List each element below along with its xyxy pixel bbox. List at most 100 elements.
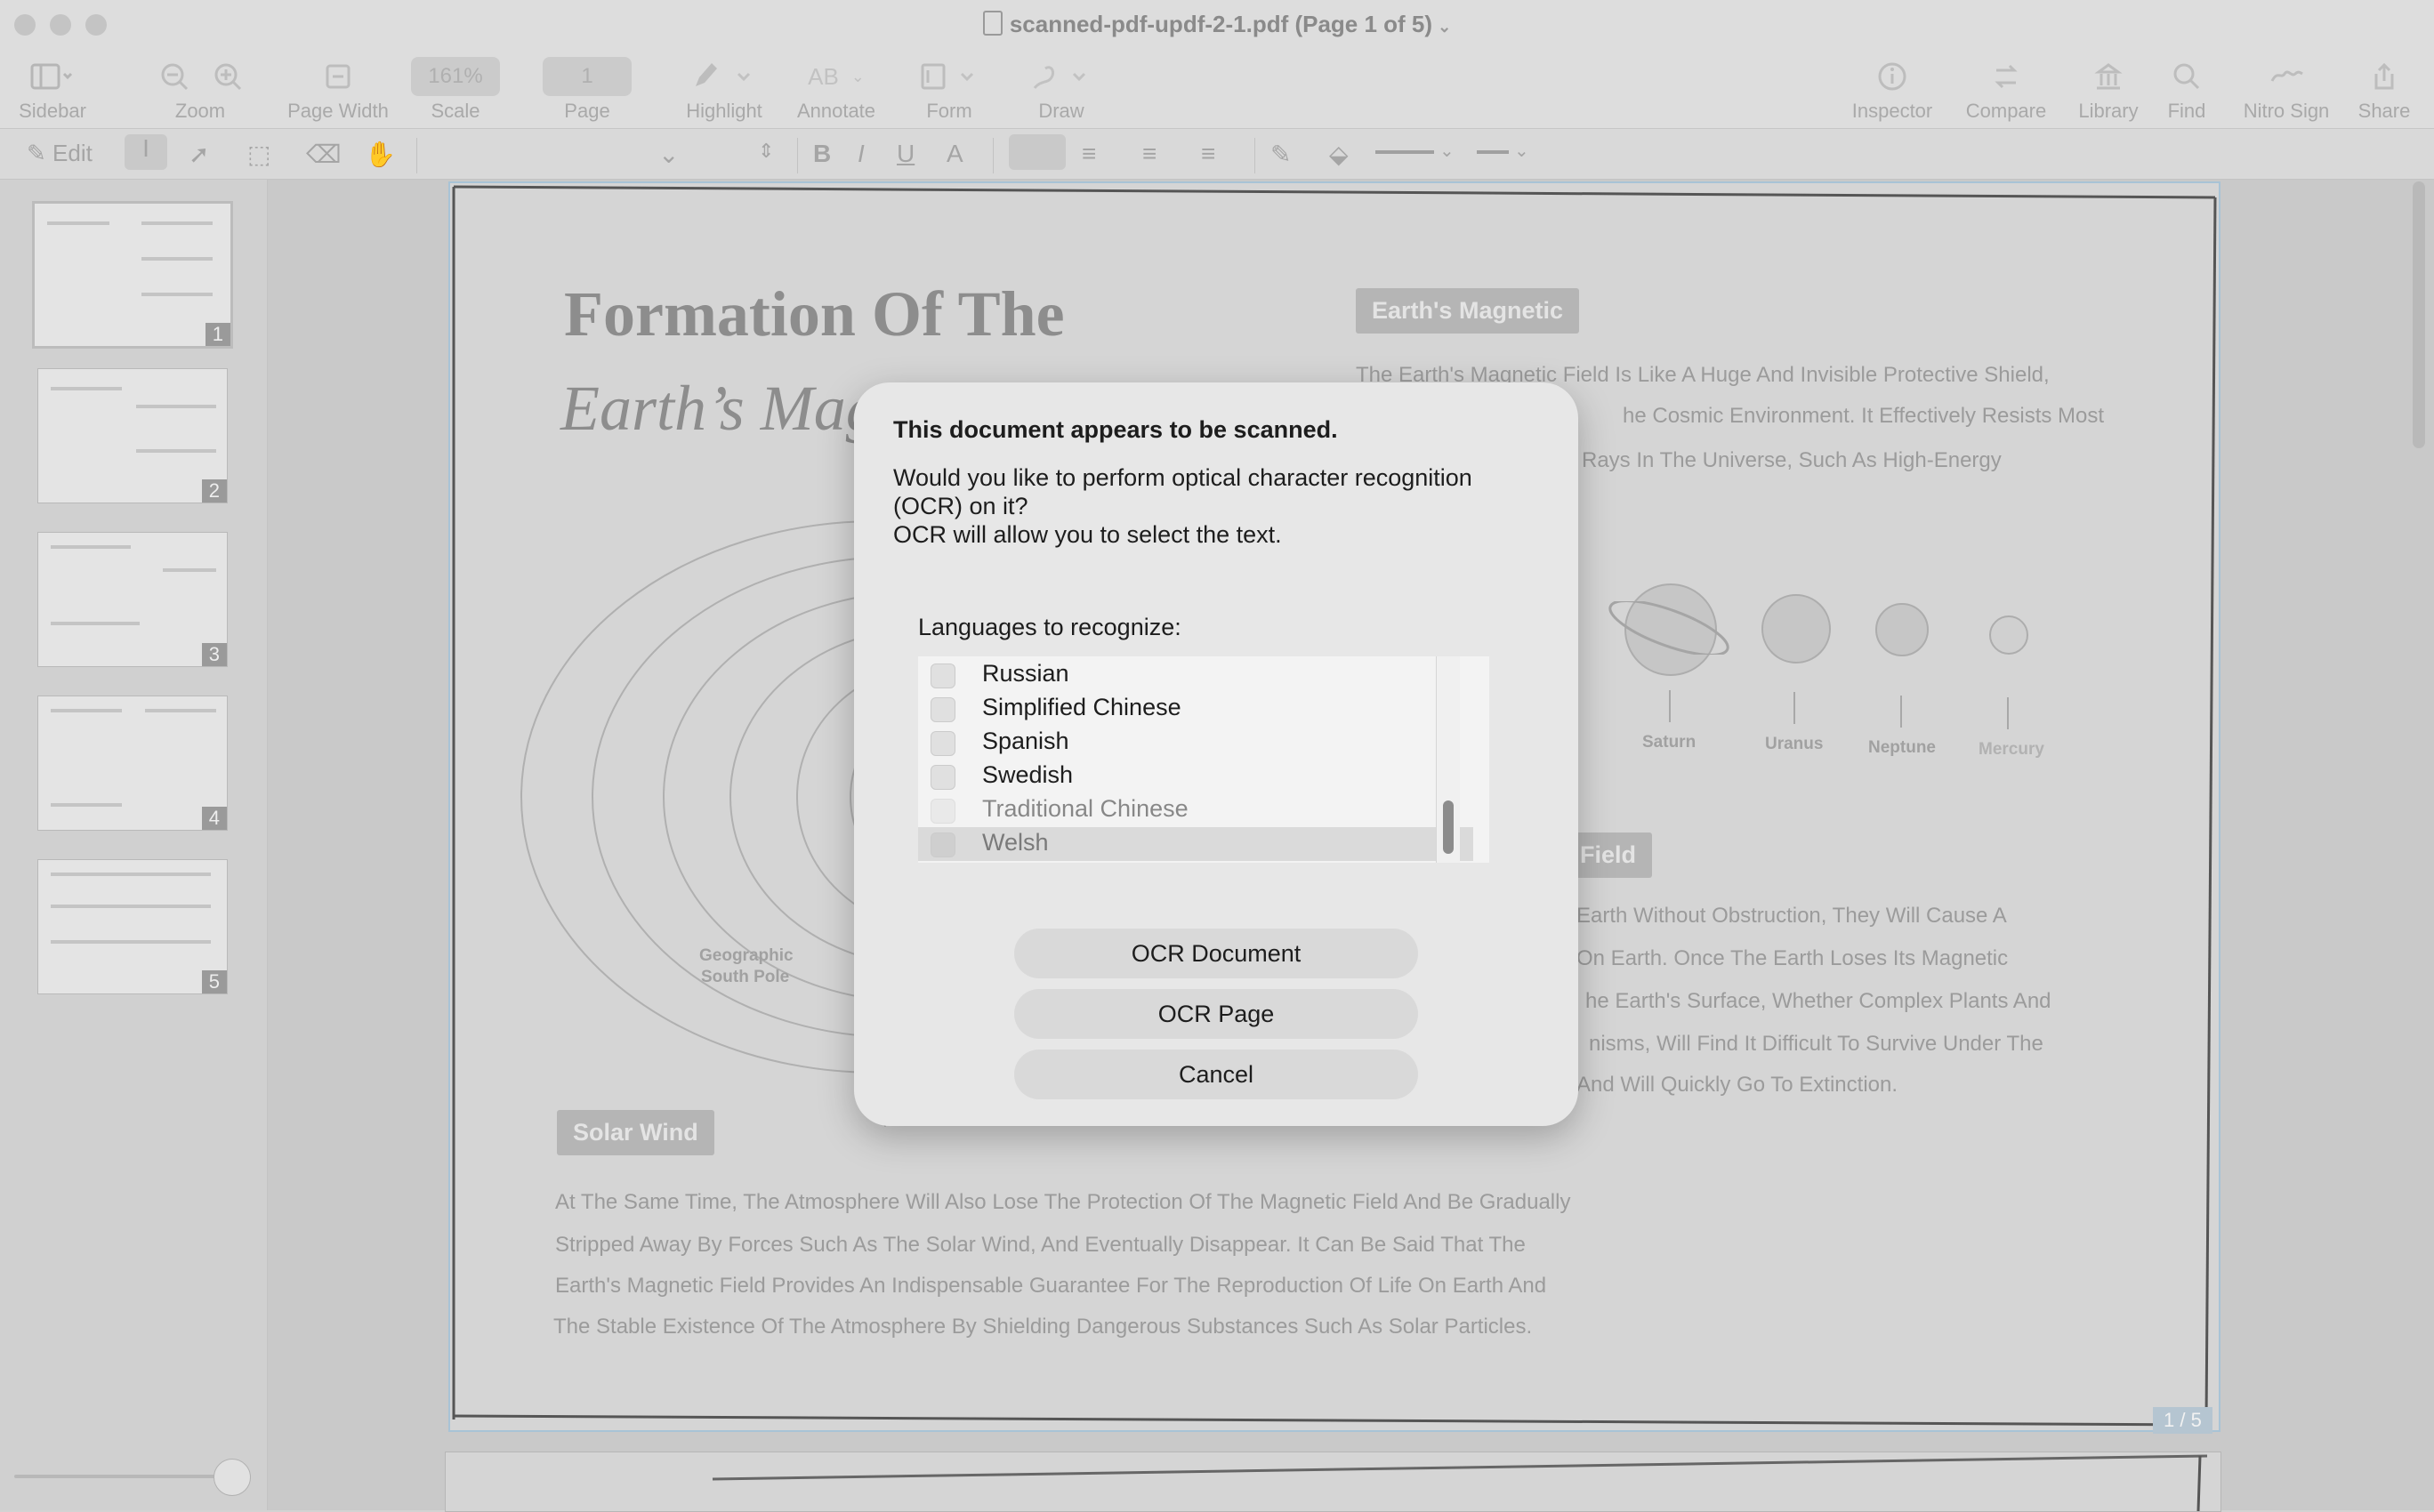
divider: [797, 138, 798, 173]
marquee-tool[interactable]: ⬚: [247, 140, 270, 169]
inspector-button[interactable]: Inspector: [1843, 57, 1941, 123]
pointer-tool[interactable]: ➚: [189, 140, 209, 169]
paragraph-line: Earth Without Obstruction, They Will Cau…: [1576, 904, 2007, 928]
pdf-page-2[interactable]: [445, 1452, 2221, 1512]
document-icon: [982, 11, 1003, 36]
planet-label: Mercury: [1979, 740, 2044, 759]
thumbnail-size-slider[interactable]: [14, 1475, 233, 1478]
page-number-field[interactable]: 1: [543, 57, 632, 96]
eraser-tool[interactable]: ⌫: [306, 140, 342, 169]
paragraph-line: Rays In The Universe, Such As High-Energ…: [1582, 448, 2002, 472]
italic-button[interactable]: I: [858, 140, 865, 168]
language-row-simplified-chinese[interactable]: Simplified Chinese: [918, 692, 1473, 726]
draw-icon: [1020, 57, 1103, 96]
align-left-button[interactable]: [1009, 134, 1066, 170]
cancel-button[interactable]: Cancel: [1014, 1050, 1418, 1099]
annotate-button[interactable]: AB ⌄ Annotate: [788, 57, 884, 123]
language-checkbox[interactable]: [931, 664, 955, 688]
planet-label: Uranus: [1765, 735, 1824, 753]
ocr-page-button[interactable]: OCR Page: [1014, 989, 1418, 1039]
draw-button[interactable]: Draw: [1020, 57, 1103, 123]
scale-field[interactable]: 161%: [411, 57, 500, 96]
text-cursor-tool[interactable]: I: [125, 134, 167, 170]
underline-button[interactable]: U: [897, 140, 915, 168]
dialog-message: (OCR) on it?: [893, 493, 1028, 519]
language-checkbox[interactable]: [931, 765, 955, 790]
justify-button[interactable]: ≡: [1201, 140, 1215, 168]
paragraph-line: he Cosmic Environment. It Effectively Re…: [1623, 404, 2105, 428]
scale-control[interactable]: 161% Scale: [411, 57, 500, 123]
search-icon: [2151, 57, 2222, 96]
pole-label: Geographic: [699, 946, 794, 965]
zoom-icon: [142, 57, 258, 96]
highlight-button[interactable]: Highlight: [680, 57, 769, 123]
stroke-color-button[interactable]: ✎: [1270, 140, 1291, 169]
language-row-russian[interactable]: Russian: [918, 658, 1473, 692]
form-button[interactable]: Form: [907, 57, 991, 123]
text-color-button[interactable]: A: [947, 140, 963, 168]
annotate-icon: AB ⌄: [808, 62, 865, 90]
underline-icon: U: [897, 140, 915, 167]
chevron-down-icon: ⌄: [1439, 141, 1455, 161]
language-row-spanish[interactable]: Spanish: [918, 726, 1473, 760]
hand-tool[interactable]: ✋: [365, 140, 396, 169]
languages-scrollbar-thumb[interactable]: [1443, 800, 1454, 854]
text-color-icon: A: [947, 140, 963, 167]
align-center-icon: ≡: [1082, 140, 1097, 167]
compare-button[interactable]: Compare: [1957, 57, 2055, 123]
compare-icon: [1957, 57, 2055, 96]
slider-knob[interactable]: [214, 1459, 251, 1496]
line-style-button[interactable]: [1477, 150, 1509, 154]
font-dropdown[interactable]: ⌄: [658, 140, 679, 169]
languages-label: Languages to recognize:: [918, 614, 1181, 640]
page-number-badge: 1 / 5: [2153, 1407, 2212, 1434]
chevron-down-icon: ⌄: [1514, 141, 1529, 161]
page-thumbnail-1[interactable]: 1: [32, 201, 233, 349]
language-row-swedish[interactable]: Swedish: [918, 760, 1473, 793]
library-icon: [2064, 57, 2153, 96]
form-icon: [907, 57, 991, 96]
language-checkbox[interactable]: [931, 731, 955, 756]
sidebar-button[interactable]: Sidebar: [12, 57, 93, 123]
highlighter-icon: [680, 57, 769, 96]
find-button[interactable]: Find: [2151, 57, 2222, 123]
page-control[interactable]: 1 Page: [543, 57, 632, 123]
window-title[interactable]: scanned-pdf-updf-2-1.pdf (Page 1 of 5) ⌄: [0, 11, 2434, 38]
planet-label: Neptune: [1868, 738, 1936, 757]
language-checkbox[interactable]: [931, 799, 955, 824]
language-checkbox[interactable]: [931, 697, 955, 722]
line-width-button[interactable]: [1375, 150, 1434, 154]
language-row-welsh[interactable]: Welsh: [918, 827, 1473, 861]
page-thumbnail-3[interactable]: 3: [37, 532, 228, 667]
page-thumbnail-5[interactable]: 5: [37, 859, 228, 994]
dialog-message: OCR will allow you to select the text.: [893, 521, 1282, 548]
text-cursor-icon: I: [142, 134, 149, 162]
heading-line-1: Formation Of The: [564, 278, 1065, 350]
pole-label: South Pole: [701, 968, 790, 986]
zoom-control[interactable]: Zoom: [142, 57, 258, 123]
language-row-traditional-chinese[interactable]: Traditional Chinese: [918, 793, 1473, 827]
share-button[interactable]: Share: [2349, 57, 2420, 123]
document-scrollbar[interactable]: [2413, 181, 2425, 448]
font-size-stepper[interactable]: ⇕: [758, 140, 774, 163]
line-style-dropdown[interactable]: ⌄: [1514, 140, 1529, 162]
info-icon: [1843, 57, 1941, 96]
fill-color-button[interactable]: ⬙: [1329, 140, 1349, 169]
align-center-button[interactable]: ≡: [1082, 140, 1096, 168]
chevron-down-icon: ⌄: [1438, 18, 1452, 36]
paragraph-line: On Earth. Once The Earth Loses Its Magne…: [1576, 946, 2009, 970]
bold-button[interactable]: B: [813, 140, 831, 168]
nitro-sign-button[interactable]: Nitro Sign: [2233, 57, 2340, 123]
library-button[interactable]: Library: [2064, 57, 2153, 123]
chevron-down-icon: ⌄: [658, 141, 680, 168]
page-thumbnail-2[interactable]: 2: [37, 368, 228, 503]
align-right-button[interactable]: ≡: [1142, 140, 1157, 168]
page-width-button[interactable]: Page Width: [285, 57, 391, 123]
language-checkbox[interactable]: [931, 832, 955, 857]
languages-list[interactable]: Russian Simplified Chinese Spanish Swedi…: [918, 656, 1489, 863]
edit-button[interactable]: ✎ Edit: [27, 140, 93, 167]
ocr-document-button[interactable]: OCR Document: [1014, 929, 1418, 978]
thumbnail-sidebar: 1 2 3 4 5: [0, 180, 268, 1510]
line-width-dropdown[interactable]: ⌄: [1439, 140, 1455, 162]
page-thumbnail-4[interactable]: 4: [37, 696, 228, 831]
